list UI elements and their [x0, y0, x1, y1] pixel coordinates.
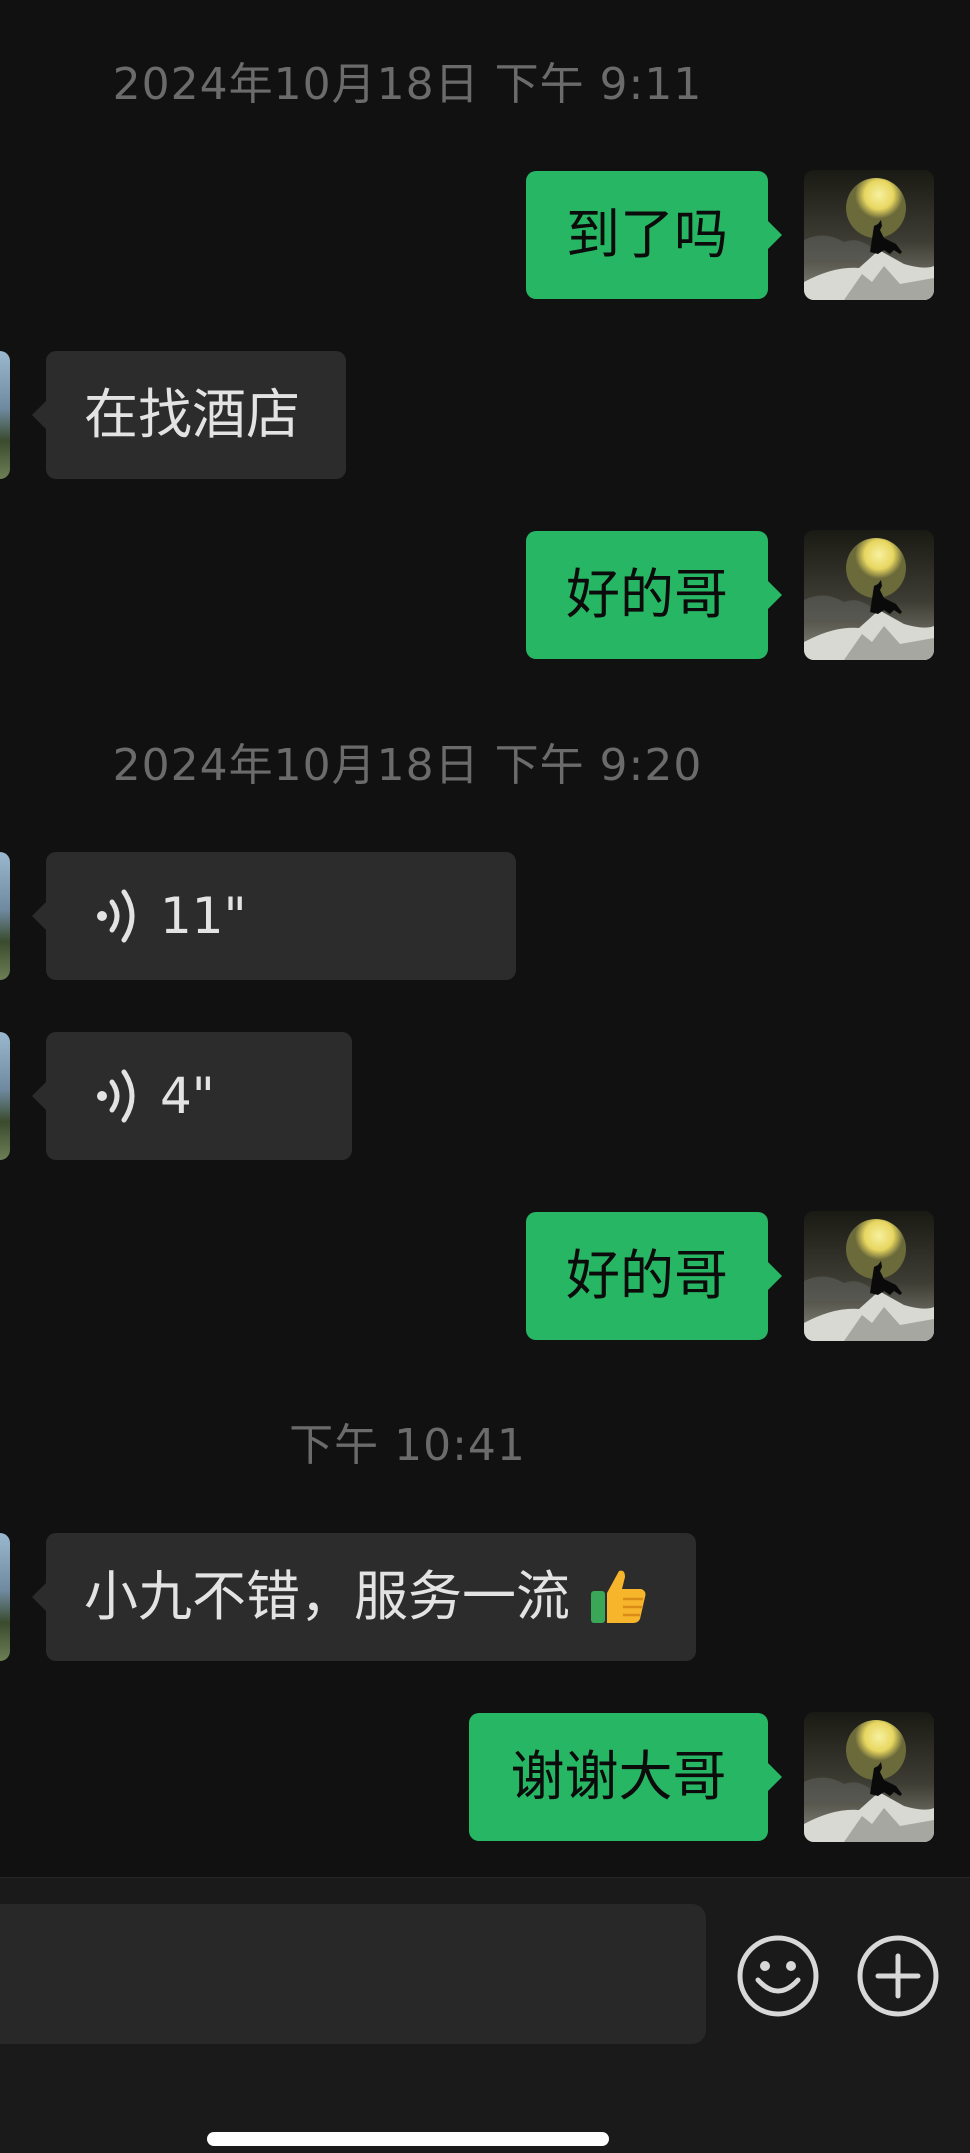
plus-icon[interactable]	[856, 1934, 940, 2018]
home-indicator[interactable]	[207, 2132, 609, 2146]
timestamp: 2024年10月18日 下午 9:20	[112, 740, 703, 791]
message-text: 谢谢大哥	[510, 1745, 727, 1808]
bubble-tail	[768, 1763, 782, 1791]
message-text: 小九不错，服务一流	[84, 1565, 570, 1628]
voice-message[interactable]: 11"	[32, 852, 516, 980]
my-avatar[interactable]	[804, 1211, 934, 1341]
voice-message[interactable]: 4"	[32, 1032, 352, 1160]
bubble-tail	[768, 581, 782, 609]
message-bubble-outgoing[interactable]: 好的哥	[526, 531, 782, 659]
bubble-tail	[768, 1262, 782, 1290]
bubble-tail	[32, 902, 46, 930]
message-bubble-incoming[interactable]: 在找酒店	[32, 351, 346, 479]
bubble-tail	[32, 1082, 46, 1110]
bubble-tail	[768, 221, 782, 249]
voice-wave-icon	[97, 889, 135, 943]
my-avatar[interactable]	[804, 1712, 934, 1842]
bubble-tail	[32, 1583, 46, 1611]
voice-wave-icon	[97, 1069, 135, 1123]
input-bar	[0, 1877, 970, 2153]
message-text: 好的哥	[566, 1244, 728, 1307]
bubble-tail	[32, 401, 46, 429]
my-avatar[interactable]	[804, 530, 934, 660]
peer-avatar[interactable]	[0, 351, 10, 479]
message-bubble-outgoing[interactable]: 到了吗	[526, 171, 782, 299]
peer-avatar[interactable]	[0, 1032, 10, 1160]
emoji-icon[interactable]	[736, 1934, 820, 2018]
voice-duration: 11"	[160, 887, 247, 945]
thumbs-up-icon	[591, 1570, 646, 1624]
message-text: 在找酒店	[84, 383, 300, 446]
message-bubble-outgoing[interactable]: 好的哥	[526, 1212, 782, 1340]
voice-duration: 4"	[160, 1067, 215, 1125]
my-avatar[interactable]	[804, 170, 934, 300]
peer-avatar[interactable]	[0, 852, 10, 980]
message-text: 好的哥	[566, 563, 728, 626]
chat-area[interactable]: 2024年10月18日 下午 9:11 到了吗 在找酒店 好的哥 2024年10…	[0, 0, 970, 1877]
message-input[interactable]	[0, 1904, 706, 2044]
peer-avatar[interactable]	[0, 1533, 10, 1661]
message-text: 到了吗	[566, 203, 728, 266]
timestamp: 2024年10月18日 下午 9:11	[112, 59, 703, 110]
message-bubble-outgoing[interactable]: 谢谢大哥	[469, 1713, 782, 1841]
timestamp: 下午 10:41	[289, 1420, 526, 1471]
message-bubble-incoming[interactable]: 小九不错，服务一流	[32, 1533, 696, 1661]
